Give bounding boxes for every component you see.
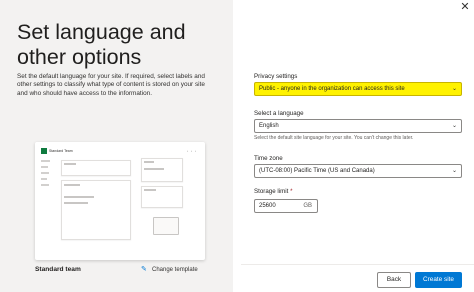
- storage-limit-input[interactable]: 25600 GB: [254, 199, 318, 213]
- storage-unit: GB: [303, 203, 312, 209]
- page-title: Set language and other options: [17, 20, 186, 69]
- change-template-label: Change template: [152, 267, 198, 273]
- left-panel: Set language and other options Set the d…: [0, 0, 233, 292]
- storage-label: Storage limit *: [254, 188, 293, 196]
- privacy-label: Privacy settings: [254, 73, 298, 80]
- template-name: Standard team: [35, 266, 81, 273]
- template-preview: Standard Team • • •: [35, 142, 205, 260]
- create-site-button[interactable]: Create site: [415, 272, 462, 288]
- preview-main: [55, 156, 150, 246]
- language-helper-text: Select the default site language for you…: [254, 135, 414, 141]
- back-button[interactable]: Back: [377, 272, 411, 288]
- close-icon: ✕: [460, 1, 470, 13]
- privacy-value: Public - anyone in the organization can …: [259, 86, 405, 92]
- preview-title: Standard Team: [49, 149, 73, 153]
- preview-sidebar: [139, 156, 197, 216]
- storage-value: 25600: [259, 203, 276, 209]
- privacy-dropdown[interactable]: Public - anyone in the organization can …: [254, 82, 462, 96]
- language-value: English: [259, 123, 279, 129]
- preview-logo: [41, 148, 47, 154]
- timezone-value: (UTC-08:00) Pacific Time (US and Canada): [259, 168, 375, 174]
- footer-divider: [241, 264, 474, 265]
- edit-icon: ✎: [141, 266, 147, 273]
- required-mark: *: [290, 188, 293, 195]
- chevron-down-icon: ⌄: [451, 168, 457, 174]
- language-dropdown[interactable]: English ⌄: [254, 119, 462, 133]
- chevron-down-icon: ⌄: [451, 123, 457, 129]
- language-label: Select a language: [254, 110, 304, 117]
- timezone-label: Time zone: [254, 155, 283, 162]
- preview-header-icons: • • •: [187, 149, 197, 153]
- change-template-link[interactable]: ✎ Change template: [141, 266, 198, 274]
- storage-label-text: Storage limit: [254, 188, 289, 195]
- page-description: Set the default language for your site. …: [17, 73, 205, 97]
- preview-image-placeholder: [153, 217, 179, 235]
- close-button[interactable]: ✕: [458, 0, 472, 14]
- chevron-down-icon: ⌄: [451, 86, 457, 92]
- timezone-dropdown[interactable]: (UTC-08:00) Pacific Time (US and Canada)…: [254, 164, 462, 178]
- preview-nav: [41, 160, 51, 190]
